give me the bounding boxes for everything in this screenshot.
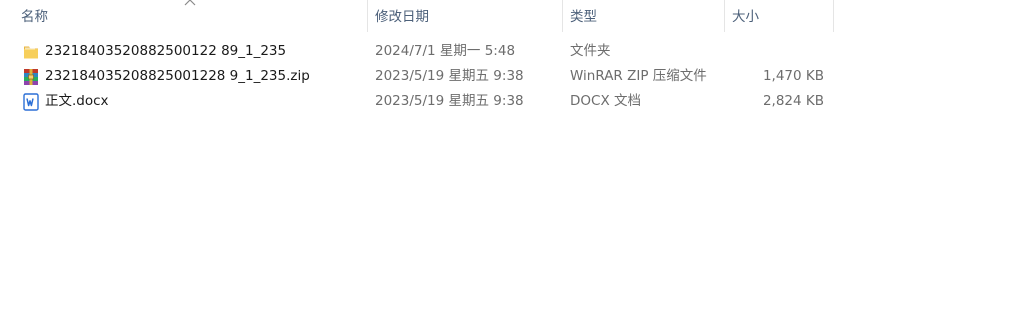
file-row[interactable]: 正文.docx 2023/5/19 星期五 9:38 DOCX 文档 2,824… (14, 89, 834, 114)
file-name: 232184035208825001228 9_1_235.zip (45, 68, 310, 84)
file-name: 正文.docx (45, 93, 109, 109)
file-explorer-view: 名称 修改日期 类型 大小 23218403520882500122 89_1_… (0, 0, 1024, 311)
file-date-modified: 2023/5/19 星期五 9:38 (375, 68, 524, 84)
file-date-modified: 2023/5/19 星期五 9:38 (375, 93, 524, 109)
file-row[interactable]: 232184035208825001228 9_1_235.zip 2023/5… (14, 64, 834, 89)
file-type: 文件夹 (570, 43, 611, 59)
word-docx-icon (23, 93, 39, 111)
column-header-type[interactable]: 类型 (563, 0, 725, 32)
file-size: 2,824 KB (762, 93, 824, 109)
folder-icon (24, 46, 38, 59)
file-row[interactable]: 23218403520882500122 89_1_235 2024/7/1 星… (14, 39, 834, 64)
file-type: WinRAR ZIP 压缩文件 (570, 68, 707, 84)
file-type: DOCX 文档 (570, 93, 641, 109)
file-size: 1,470 KB (762, 68, 824, 84)
column-header-date-modified[interactable]: 修改日期 (368, 0, 563, 32)
column-divider[interactable] (833, 0, 834, 32)
winrar-zip-icon (24, 69, 38, 85)
column-header-row: 名称 修改日期 类型 大小 (0, 0, 834, 32)
file-date-modified: 2024/7/1 星期一 5:48 (375, 43, 516, 59)
file-list: 23218403520882500122 89_1_235 2024/7/1 星… (14, 39, 834, 114)
column-header-size[interactable]: 大小 (725, 0, 834, 32)
sort-ascending-icon (184, 0, 196, 6)
file-name: 23218403520882500122 89_1_235 (45, 43, 287, 59)
